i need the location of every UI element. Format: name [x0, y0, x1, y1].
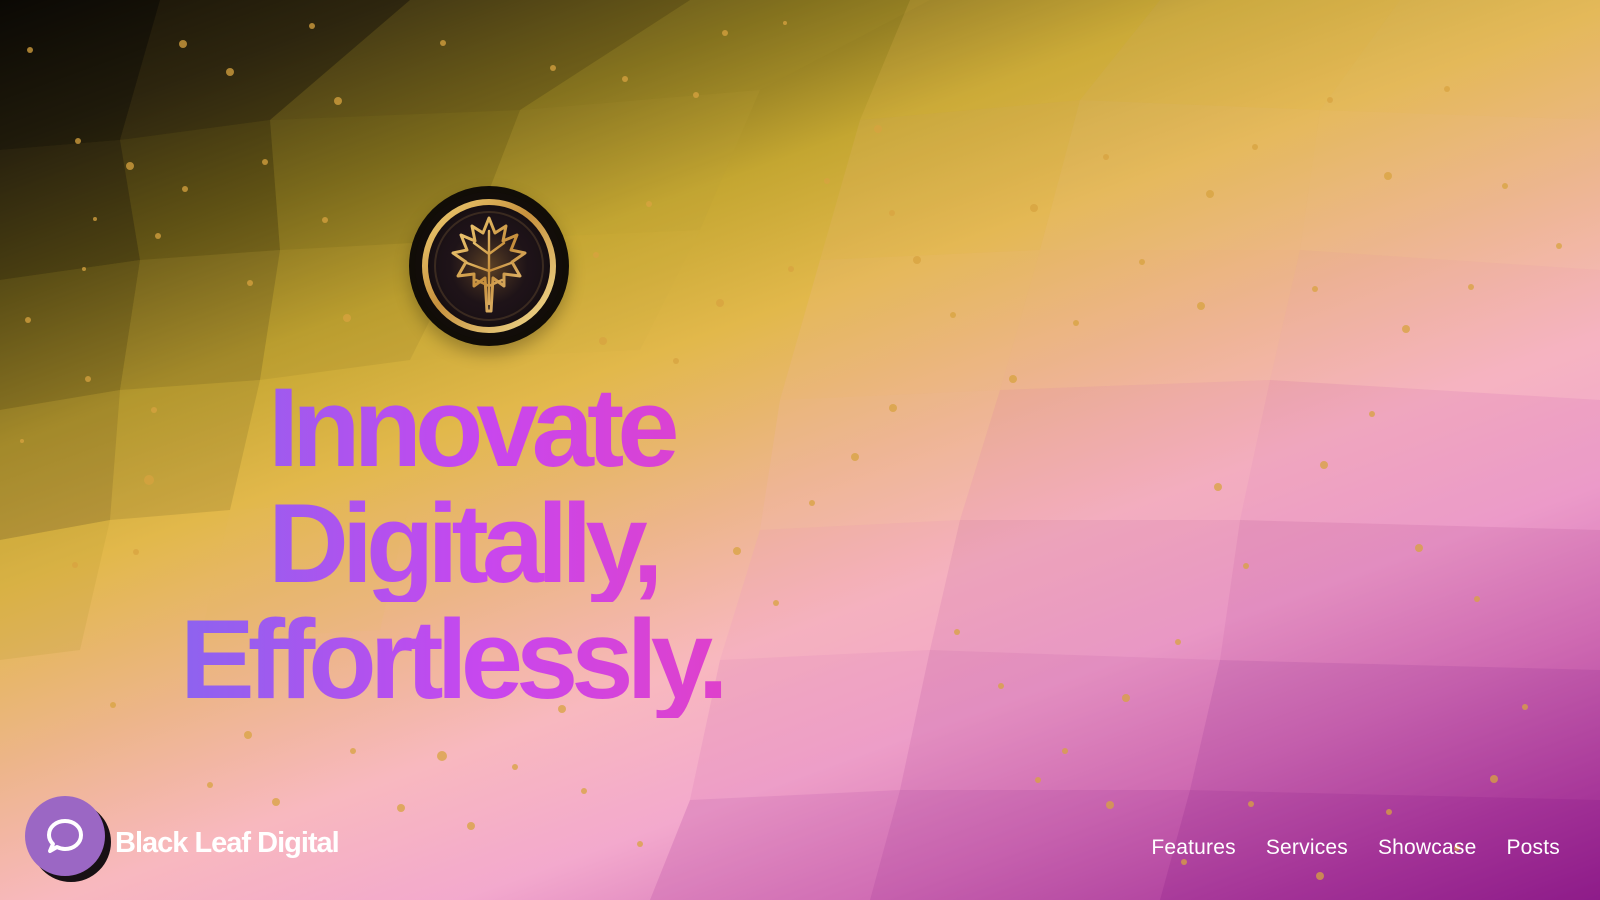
nav-link-features[interactable]: Features	[1151, 836, 1235, 860]
chat-bubble-icon	[47, 819, 83, 853]
headline-line-2: Digitally,	[180, 486, 860, 602]
hero-section: Innovate Digitally, Effortlessly. Black …	[0, 0, 1600, 900]
headline-line-1: Innovate	[180, 370, 860, 486]
site-name[interactable]: Black Leaf Digital	[115, 827, 340, 860]
maple-leaf-icon	[415, 192, 563, 340]
brand-logo	[409, 186, 569, 346]
nav-link-posts[interactable]: Posts	[1506, 836, 1560, 860]
chat-button[interactable]	[25, 796, 105, 876]
hero-headline: Innovate Digitally, Effortlessly.	[180, 370, 860, 718]
nav-link-services[interactable]: Services	[1266, 836, 1348, 860]
main-navigation: Features Services Showcase Posts	[1151, 836, 1560, 860]
headline-line-3: Effortlessly.	[180, 602, 860, 718]
nav-link-showcase[interactable]: Showcase	[1378, 836, 1477, 860]
